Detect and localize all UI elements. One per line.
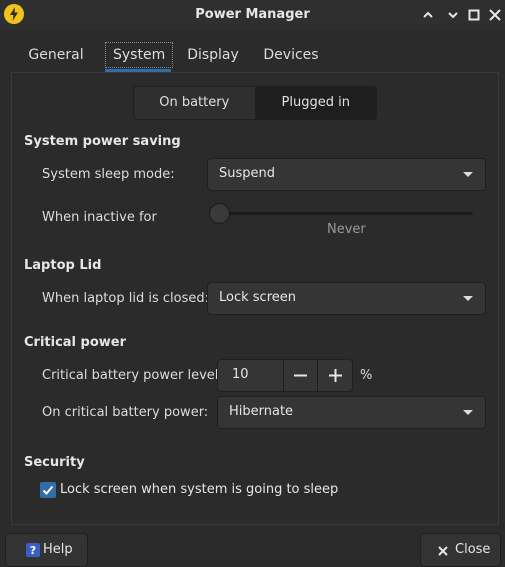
security-heading: Security: [24, 455, 85, 470]
minus-icon[interactable]: [283, 360, 317, 391]
plugged-in-button[interactable]: Plugged in: [255, 87, 376, 119]
percent-unit: %: [360, 368, 373, 383]
sleep-mode-label: System sleep mode:: [42, 167, 175, 182]
critical-action-select[interactable]: Hibernate: [217, 396, 486, 429]
help-label: Help: [43, 542, 73, 557]
tab-label: General: [28, 47, 84, 63]
svg-text:?: ?: [30, 544, 36, 557]
critical-level-label: Critical battery power level:: [42, 368, 223, 383]
tab-devices[interactable]: Devices: [257, 40, 325, 72]
inactive-label: When inactive for: [42, 210, 157, 225]
chevron-down-icon: [463, 410, 473, 415]
on-battery-button[interactable]: On battery: [134, 87, 256, 119]
minimize-icon[interactable]: [418, 5, 438, 25]
tab-general[interactable]: General: [23, 40, 89, 72]
inactive-value: Never: [327, 222, 366, 237]
chevron-down-icon: [463, 296, 473, 301]
sleep-mode-select[interactable]: Suspend: [207, 158, 486, 191]
lock-screen-checkbox[interactable]: [40, 482, 56, 498]
critical-action-label: On critical battery power:: [42, 405, 209, 420]
checkmark-icon: [42, 485, 54, 495]
chevron-down-icon[interactable]: [443, 5, 463, 25]
tab-display[interactable]: Display: [181, 40, 245, 72]
lid-closed-select[interactable]: Lock screen: [207, 282, 486, 315]
tab-system[interactable]: System: [105, 40, 174, 72]
tab-label: System: [105, 42, 174, 68]
plus-icon[interactable]: [317, 360, 352, 391]
lock-screen-label[interactable]: Lock screen when system is going to slee…: [60, 482, 338, 497]
sleep-mode-value: Suspend: [219, 166, 276, 181]
lid-closed-value: Lock screen: [219, 290, 296, 305]
critical-power-heading: Critical power: [24, 335, 127, 350]
power-source-switch: On battery Plugged in: [133, 86, 377, 120]
help-icon: ?: [26, 543, 40, 557]
inactive-slider-handle[interactable]: [209, 203, 230, 224]
close-label: Close: [455, 542, 491, 557]
inactive-slider-track[interactable]: [220, 212, 473, 215]
tab-label: Display: [187, 47, 239, 63]
tab-label: Devices: [263, 47, 319, 63]
critical-action-value: Hibernate: [229, 404, 294, 419]
critical-level-value[interactable]: 10: [232, 367, 249, 382]
critical-level-spinner: 10: [217, 359, 353, 392]
system-power-saving-heading: System power saving: [24, 134, 181, 149]
lid-closed-label: When laptop lid is closed:: [42, 291, 209, 306]
help-button[interactable]: ? Help: [5, 533, 88, 567]
chevron-down-icon: [463, 172, 473, 177]
close-icon[interactable]: [485, 5, 505, 25]
maximize-icon[interactable]: [464, 5, 484, 25]
tab-bar: General System Display Devices: [11, 40, 499, 72]
close-button[interactable]: Close: [420, 533, 501, 567]
laptop-lid-heading: Laptop Lid: [24, 258, 102, 273]
close-icon: [438, 545, 448, 560]
title-bar: Power Manager: [0, 0, 505, 30]
